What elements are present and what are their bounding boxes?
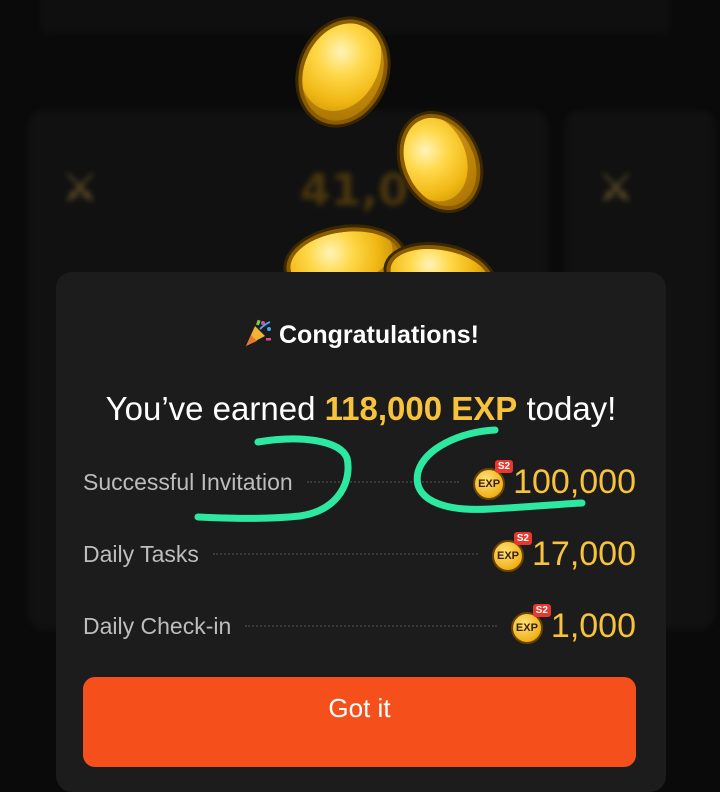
reward-row-daily-tasks: Daily Tasks EXP S2 17,000 <box>83 532 636 574</box>
dotted-leader <box>306 481 460 483</box>
earned-suffix: today! <box>517 390 617 427</box>
reward-modal: Congratulations! You’ve earned 118,000 E… <box>56 272 666 792</box>
season-tag: S2 <box>494 460 514 473</box>
reward-row-label: Daily Tasks <box>83 540 199 567</box>
modal-title: Congratulations! <box>56 318 666 350</box>
season-tag: S2 <box>532 604 551 617</box>
reward-row-daily-checkin: Daily Check-in EXP S2 1,000 <box>83 604 636 646</box>
reward-row-amount: 1,000 <box>550 606 636 645</box>
sword-icon: ⚔ <box>62 165 98 211</box>
got-it-button-label: Got it <box>328 692 391 723</box>
reward-row-value: EXP S2 17,000 <box>492 532 636 574</box>
exp-coin-icon: EXP S2 <box>473 460 514 500</box>
earned-amount: 118,000 EXP <box>324 390 518 427</box>
reward-row-label: Successful Invitation <box>83 468 293 495</box>
background-coin-value: 41,0 <box>300 165 409 216</box>
exp-coin-icon: EXP S2 <box>510 604 551 644</box>
reward-row-value: EXP S2 100,000 <box>473 460 636 502</box>
reward-row-invitation: Successful Invitation EXP S2 100,000 <box>83 460 636 502</box>
earned-prefix: You’ve earned <box>105 390 325 427</box>
reward-row-amount: 17,000 <box>532 534 636 573</box>
reward-row-value: EXP S2 1,000 <box>510 604 636 646</box>
dotted-leader <box>212 553 478 555</box>
earned-summary: You’ve earned 118,000 EXP today! <box>56 390 666 428</box>
reward-row-amount: 100,000 <box>513 462 636 501</box>
season-tag: S2 <box>513 532 532 545</box>
got-it-button[interactable]: Got it <box>83 677 636 767</box>
modal-title-text: Congratulations! <box>279 321 479 349</box>
sword-icon: ⚔ <box>598 165 634 211</box>
reward-row-label: Daily Check-in <box>83 612 232 639</box>
dotted-leader <box>245 625 497 627</box>
party-popper-icon <box>246 319 271 346</box>
exp-coin-icon: EXP S2 <box>492 532 532 572</box>
